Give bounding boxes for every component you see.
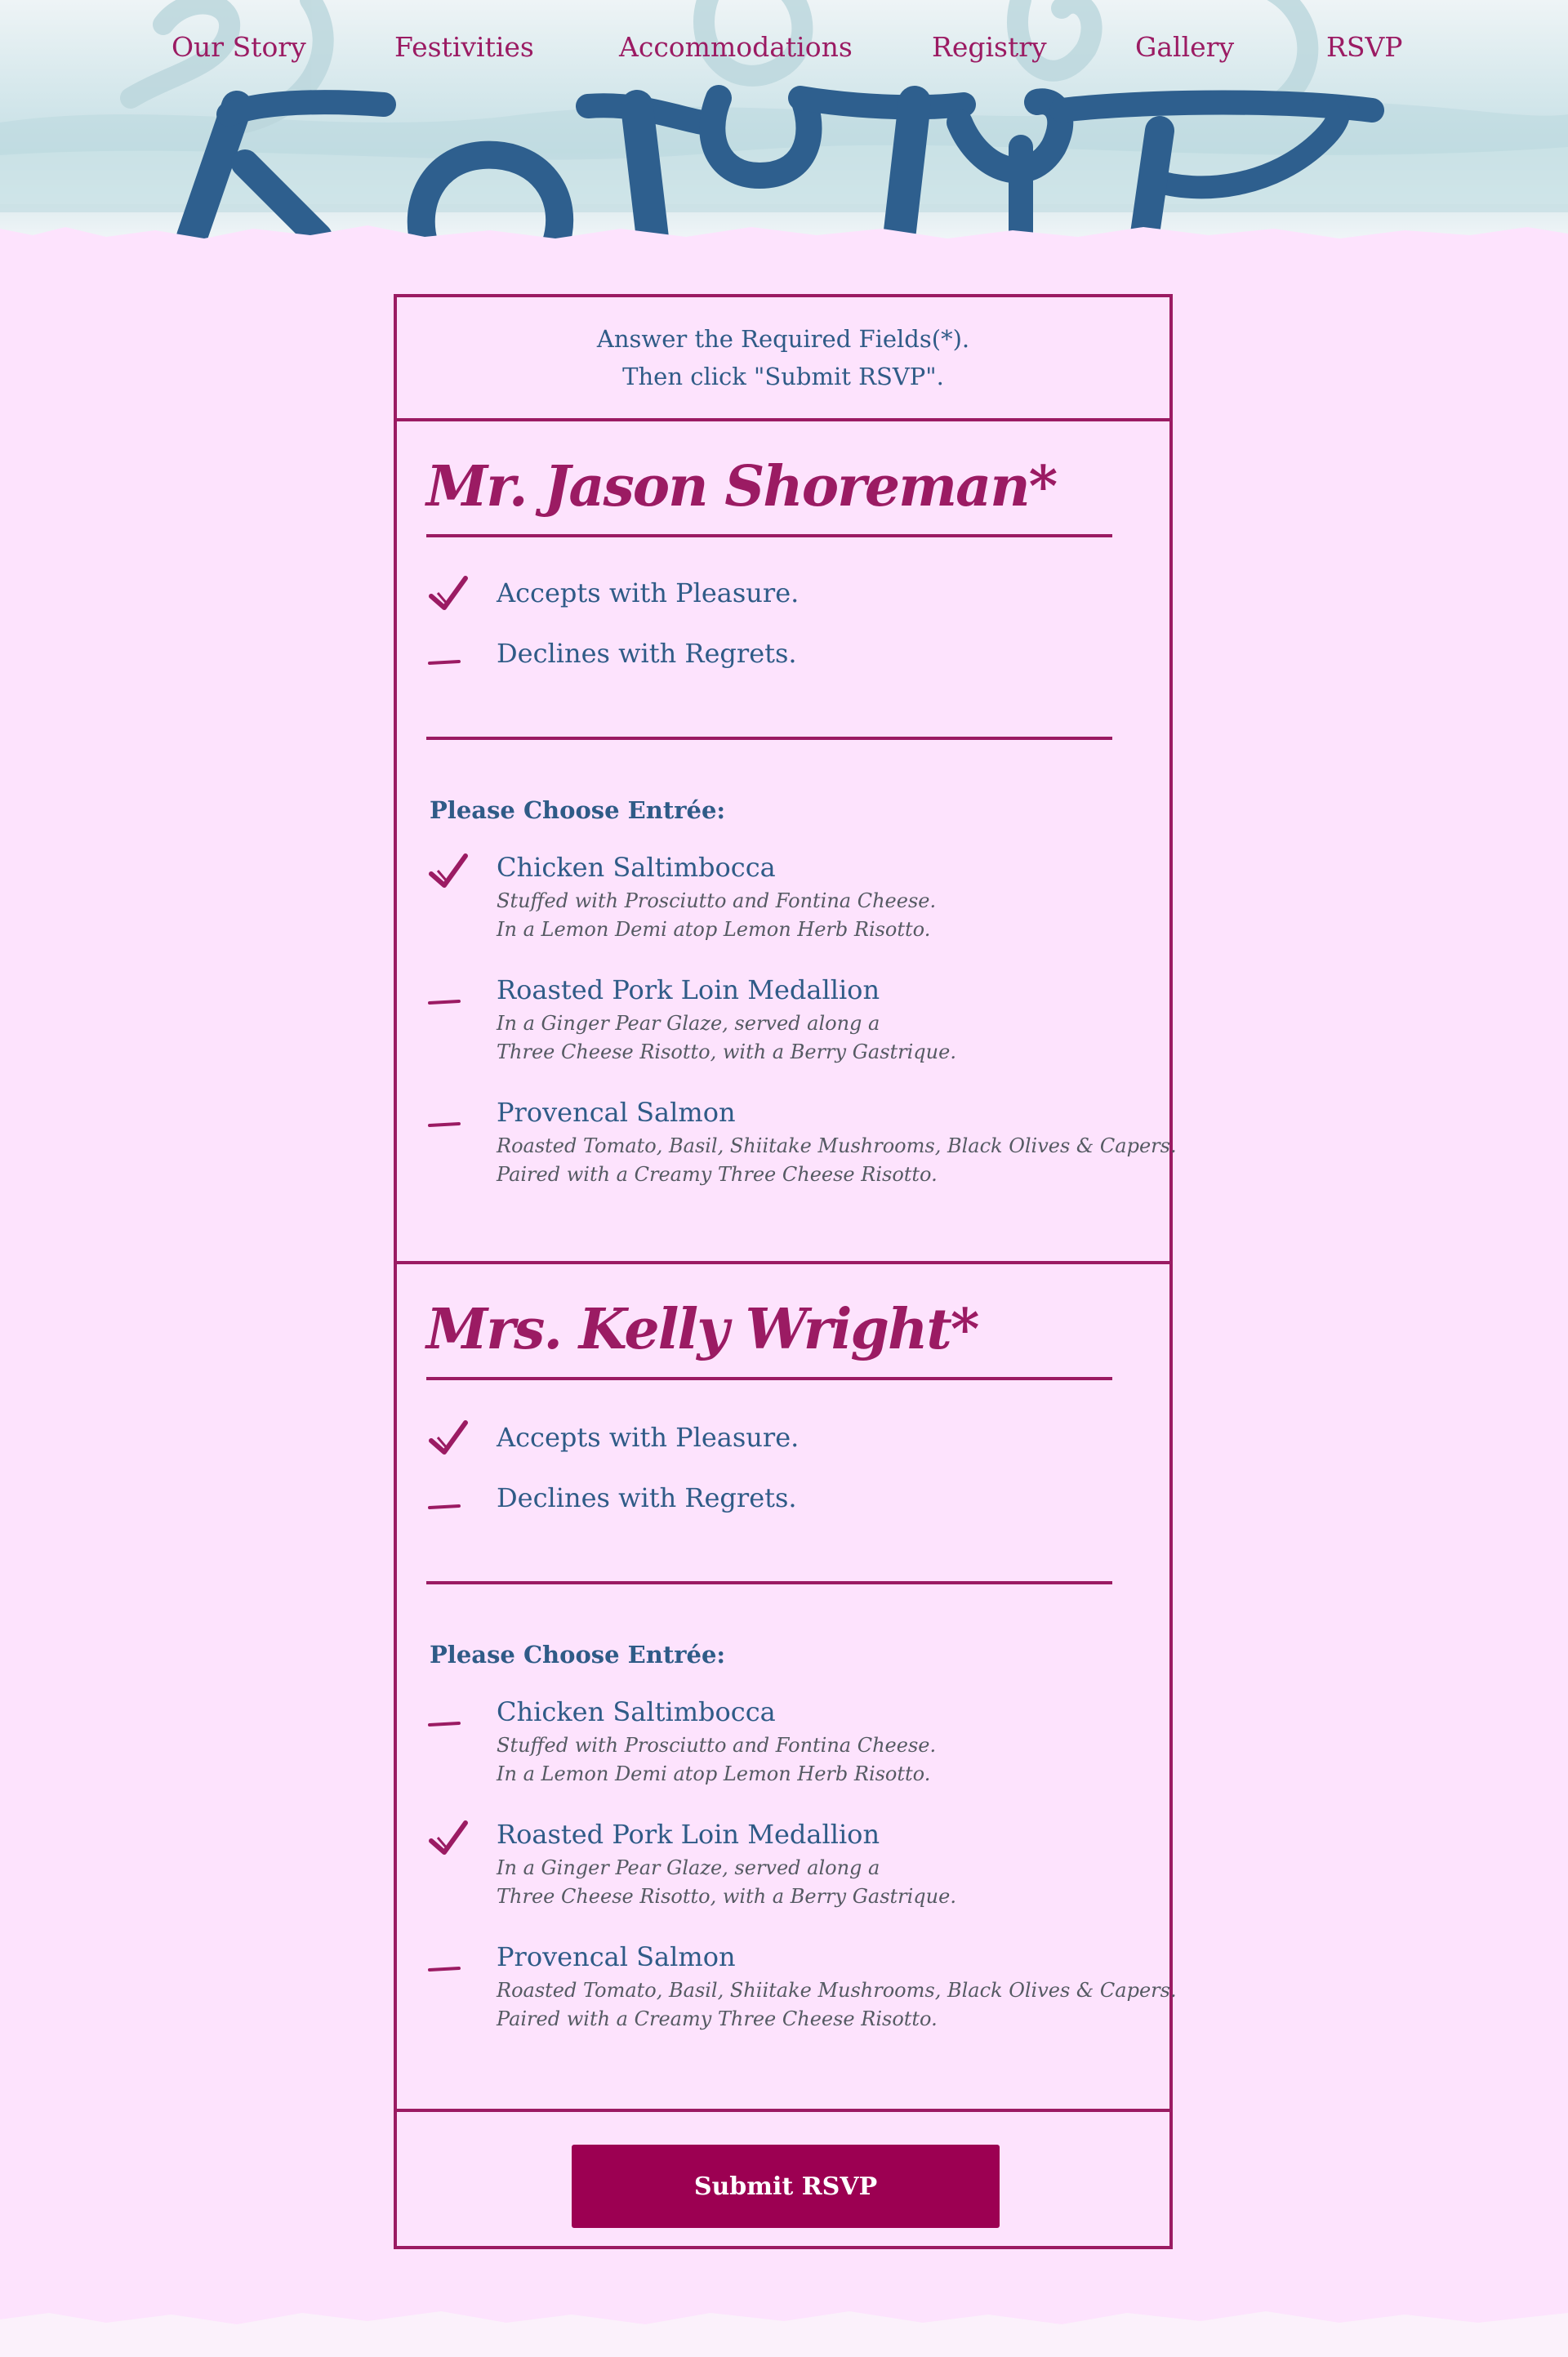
entree-description-line: In a Lemon Demi atop Lemon Herb Risotto. xyxy=(497,1762,931,1785)
entree-label: Chicken Saltimbocca xyxy=(497,1696,776,1727)
attendance-decline-option[interactable]: Declines with Regrets. xyxy=(426,1473,1137,1522)
check-icon xyxy=(429,1820,468,1855)
dash-icon xyxy=(428,1504,461,1509)
dash-icon xyxy=(428,660,461,665)
nav-link-rsvp[interactable]: RSVP xyxy=(1326,31,1403,63)
entree-description: In a Ginger Pear Glaze, served along a T… xyxy=(497,1009,956,1067)
entree-description-line: Paired with a Creamy Three Cheese Risott… xyxy=(497,1163,938,1186)
entree-description-line: Stuffed with Prosciutto and Fontina Chee… xyxy=(497,889,937,912)
dash-icon xyxy=(428,1000,461,1005)
check-icon xyxy=(429,576,468,610)
entree-label: Chicken Saltimbocca xyxy=(497,852,776,883)
entree-option-pork[interactable]: Roasted Pork Loin Medallion In a Ginger … xyxy=(426,1813,1137,1919)
entree-description: In a Ginger Pear Glaze, served along a T… xyxy=(497,1854,956,1911)
attendance-decline-label: Declines with Regrets. xyxy=(497,1482,797,1513)
rsvp-form: Answer the Required Fields(*). Then clic… xyxy=(394,294,1177,2249)
attendance-decline-option[interactable]: Declines with Regrets. xyxy=(426,629,1137,678)
check-icon xyxy=(429,1420,468,1455)
nav-link-gallery[interactable]: Gallery xyxy=(1135,31,1234,63)
dash-icon xyxy=(428,1722,461,1727)
attendance-accept-label: Accepts with Pleasure. xyxy=(497,577,800,608)
entree-label: Roasted Pork Loin Medallion xyxy=(497,1819,880,1850)
entree-description-line: In a Lemon Demi atop Lemon Herb Risotto. xyxy=(497,918,931,941)
main-nav: Our Story Festivities Accommodations Reg… xyxy=(0,31,1568,72)
entree-description: Roasted Tomato, Basil, Shiitake Mushroom… xyxy=(497,1132,1177,1189)
torn-paper-edge-bottom xyxy=(0,2311,1568,2357)
entree-option-salmon[interactable]: Provencal Salmon Roasted Tomato, Basil, … xyxy=(426,1091,1177,1197)
submit-rsvp-button[interactable]: Submit RSVP xyxy=(572,2145,1000,2228)
entree-description: Roasted Tomato, Basil, Shiitake Mushroom… xyxy=(497,1976,1177,2034)
entree-description-line: In a Ginger Pear Glaze, served along a xyxy=(497,1856,880,1879)
instructions-line-1: Answer the Required Fields(*). xyxy=(596,325,970,353)
guest-section: Mrs. Kelly Wright* Accepts with Pleasure… xyxy=(397,1264,1177,2112)
header-banner: Our Story Festivities Accommodations Reg… xyxy=(0,0,1568,253)
entree-description-line: Roasted Tomato, Basil, Shiitake Mushroom… xyxy=(497,1134,1177,1157)
nav-link-our-story[interactable]: Our Story xyxy=(172,31,306,63)
dash-icon xyxy=(428,1122,461,1127)
entree-option-pork[interactable]: Roasted Pork Loin Medallion In a Ginger … xyxy=(426,969,1137,1075)
instructions-line-2: Then click "Submit RSVP". xyxy=(622,363,944,390)
entree-option-chicken[interactable]: Chicken Saltimbocca Stuffed with Prosciu… xyxy=(426,1691,1137,1797)
guest-section: Mr. Jason Shoreman* Accepts with Pleasur… xyxy=(397,421,1177,1264)
entree-option-chicken[interactable]: Chicken Saltimbocca Stuffed with Prosciu… xyxy=(426,846,1137,952)
torn-paper-edge xyxy=(0,225,1568,270)
guest-name: Mrs. Kelly Wright* xyxy=(426,1289,1112,1380)
entree-label: Provencal Salmon xyxy=(497,1941,736,1972)
attendance-accept-label: Accepts with Pleasure. xyxy=(497,1422,800,1453)
entree-description-line: In a Ginger Pear Glaze, served along a xyxy=(497,1012,880,1035)
entree-description-line: Roasted Tomato, Basil, Shiitake Mushroom… xyxy=(497,1979,1177,2002)
entree-heading: Please Choose Entrée: xyxy=(430,1641,726,1669)
entree-description: Stuffed with Prosciutto and Fontina Chee… xyxy=(497,1731,936,1789)
entree-description-line: Three Cheese Risotto, with a Berry Gastr… xyxy=(497,1885,956,1908)
entree-description: Stuffed with Prosciutto and Fontina Chee… xyxy=(497,887,936,944)
entree-description-line: Three Cheese Risotto, with a Berry Gastr… xyxy=(497,1040,956,1063)
nav-link-registry[interactable]: Registry xyxy=(932,31,1047,63)
attendance-accept-option[interactable]: Accepts with Pleasure. xyxy=(426,568,1137,617)
dash-icon xyxy=(428,1967,461,1972)
attendance-accept-option[interactable]: Accepts with Pleasure. xyxy=(426,1413,1137,1462)
instructions: Answer the Required Fields(*). Then clic… xyxy=(397,297,1169,421)
nav-link-accommodations[interactable]: Accommodations xyxy=(619,31,853,63)
attendance-decline-label: Declines with Regrets. xyxy=(497,638,797,669)
nav-link-festivities[interactable]: Festivities xyxy=(394,31,534,63)
section-divider xyxy=(426,1581,1112,1584)
entree-description-line: Paired with a Creamy Three Cheese Risott… xyxy=(497,2007,938,2030)
section-divider xyxy=(426,737,1112,740)
entree-description-line: Stuffed with Prosciutto and Fontina Chee… xyxy=(497,1734,937,1757)
check-icon xyxy=(429,853,468,888)
form-footer: Submit RSVP xyxy=(397,2112,1169,2246)
entree-label: Roasted Pork Loin Medallion xyxy=(497,974,880,1005)
entree-heading: Please Choose Entrée: xyxy=(430,796,726,824)
guest-name: Mr. Jason Shoreman* xyxy=(426,446,1112,537)
entree-label: Provencal Salmon xyxy=(497,1097,736,1128)
entree-option-salmon[interactable]: Provencal Salmon Roasted Tomato, Basil, … xyxy=(426,1936,1177,2042)
